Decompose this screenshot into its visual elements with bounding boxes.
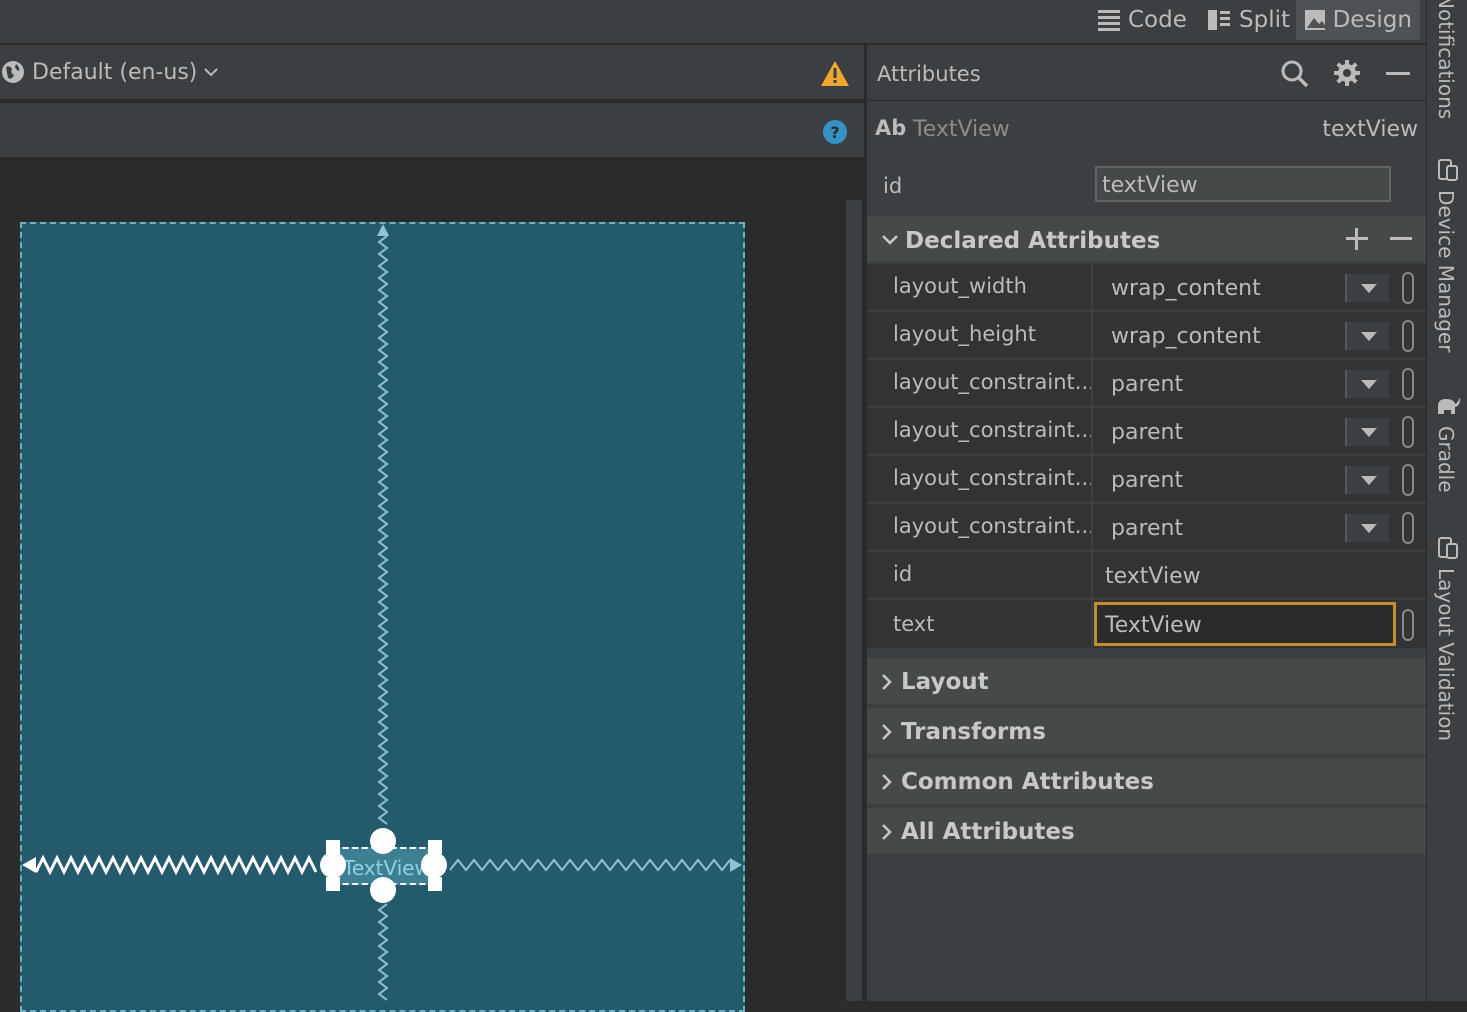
attr-row-constraint-2[interactable]: layout_constraint... parent	[867, 408, 1426, 456]
attr-name: id	[893, 562, 913, 586]
attr-row-text[interactable]: text TextView	[867, 600, 1426, 650]
chevron-right-icon	[882, 774, 892, 790]
gradle-elephant-icon	[1438, 398, 1460, 414]
resource-picker-icon[interactable]	[1402, 609, 1414, 641]
remove-attribute-icon[interactable]	[1390, 237, 1412, 240]
id-input-value: textView	[1102, 173, 1198, 198]
section-common-attributes[interactable]: Common Attributes	[867, 758, 1426, 806]
design-mode-button[interactable]: Design	[1296, 0, 1420, 40]
gear-icon[interactable]	[1333, 59, 1361, 87]
attr-value[interactable]: wrap_content	[1111, 324, 1261, 349]
attr-row-layout-height[interactable]: layout_height wrap_content	[867, 312, 1426, 360]
search-icon[interactable]	[1280, 59, 1310, 89]
section-title: All Attributes	[901, 819, 1075, 845]
anchor-right-handle[interactable]	[421, 852, 447, 878]
attr-name: layout_width	[893, 274, 1027, 298]
declared-attributes-header[interactable]: Declared Attributes	[867, 216, 1426, 264]
attr-row-constraint-4[interactable]: layout_constraint... parent	[867, 504, 1426, 552]
attr-row-id[interactable]: id textView	[867, 552, 1426, 600]
code-mode-button[interactable]: Code	[1090, 0, 1195, 40]
code-mode-label: Code	[1128, 7, 1187, 33]
attr-row-layout-width[interactable]: layout_width wrap_content	[867, 264, 1426, 312]
component-id-label: textView	[1322, 117, 1418, 142]
chevron-down-icon	[882, 235, 898, 245]
attr-name: layout_constraint...	[893, 418, 1095, 442]
resource-picker-icon[interactable]	[1402, 368, 1414, 400]
chevron-down-icon[interactable]	[1345, 514, 1389, 542]
code-lines-icon	[1098, 7, 1120, 34]
resource-picker-icon[interactable]	[1402, 416, 1414, 448]
attr-value[interactable]: parent	[1111, 516, 1183, 541]
chevron-right-icon	[882, 724, 892, 740]
design-mode-label: Design	[1332, 7, 1412, 33]
minimize-icon[interactable]	[1386, 72, 1410, 75]
chevron-down-icon[interactable]	[1345, 274, 1389, 302]
attr-value[interactable]: textView	[1105, 564, 1201, 589]
attributes-header: Attributes	[867, 45, 1426, 101]
text-value-input[interactable]: TextView	[1094, 602, 1396, 646]
anchor-left-handle[interactable]	[320, 852, 346, 878]
text-input-value: TextView	[1105, 613, 1202, 638]
section-layout[interactable]: Layout	[867, 658, 1426, 706]
gradle-tab[interactable]: Gradle	[1434, 426, 1458, 493]
textview-type-icon: Ab	[875, 116, 907, 140]
section-transforms[interactable]: Transforms	[867, 708, 1426, 756]
resize-handle-bottom-right[interactable]	[428, 877, 442, 891]
attr-name: layout_constraint...	[893, 466, 1095, 490]
attr-name: layout_height	[893, 322, 1036, 346]
chevron-down-icon[interactable]	[1345, 418, 1389, 446]
resource-picker-icon[interactable]	[1402, 320, 1414, 352]
notifications-tab[interactable]: Notifications	[1434, 0, 1458, 119]
id-label: id	[883, 174, 903, 198]
add-attribute-icon[interactable]	[1346, 228, 1368, 250]
attr-value[interactable]: parent	[1111, 468, 1183, 493]
declared-attributes-title: Declared Attributes	[905, 228, 1161, 254]
attr-name: layout_constraint...	[893, 370, 1095, 394]
attr-name: text	[893, 612, 935, 636]
section-title: Layout	[901, 669, 989, 695]
id-input[interactable]: textView	[1095, 166, 1391, 202]
attributes-title: Attributes	[877, 62, 981, 86]
split-mode-label: Split	[1239, 7, 1290, 33]
resource-picker-icon[interactable]	[1402, 272, 1414, 304]
attr-row-constraint-1[interactable]: layout_constraint... parent	[867, 360, 1426, 408]
tool-window-strip	[1426, 0, 1467, 1001]
anchor-top-handle[interactable]	[370, 828, 396, 854]
section-all-attributes[interactable]: All Attributes	[867, 808, 1426, 856]
resize-handle-bottom-left[interactable]	[326, 877, 340, 891]
section-title: Common Attributes	[901, 769, 1154, 795]
layout-validation-icon	[1438, 537, 1458, 559]
device-manager-tab[interactable]: Device Manager	[1434, 190, 1458, 352]
split-mode-button[interactable]: Split	[1199, 0, 1298, 40]
anchor-bottom-handle[interactable]	[370, 877, 396, 903]
layout-validation-tab[interactable]: Layout Validation	[1434, 568, 1458, 741]
image-design-icon	[1305, 10, 1325, 30]
chevron-down-icon[interactable]	[1345, 322, 1389, 350]
chevron-right-icon	[882, 674, 892, 690]
split-view-icon	[1208, 10, 1230, 30]
chevron-down-icon[interactable]	[1345, 370, 1389, 398]
chevron-down-icon[interactable]	[1345, 466, 1389, 494]
component-row: Ab TextView textView	[867, 102, 1426, 158]
section-title: Transforms	[901, 719, 1046, 745]
component-type-label: TextView	[913, 117, 1010, 142]
resource-picker-icon[interactable]	[1402, 512, 1414, 544]
attr-value[interactable]: parent	[1111, 420, 1183, 445]
attr-name: layout_constraint...	[893, 514, 1095, 538]
resource-picker-icon[interactable]	[1402, 464, 1414, 496]
attr-value[interactable]: parent	[1111, 372, 1183, 397]
attr-row-constraint-3[interactable]: layout_constraint... parent	[867, 456, 1426, 504]
attr-value[interactable]: wrap_content	[1111, 276, 1261, 301]
chevron-right-icon	[882, 824, 892, 840]
id-row: id textView	[867, 158, 1426, 214]
device-manager-icon	[1438, 159, 1458, 181]
